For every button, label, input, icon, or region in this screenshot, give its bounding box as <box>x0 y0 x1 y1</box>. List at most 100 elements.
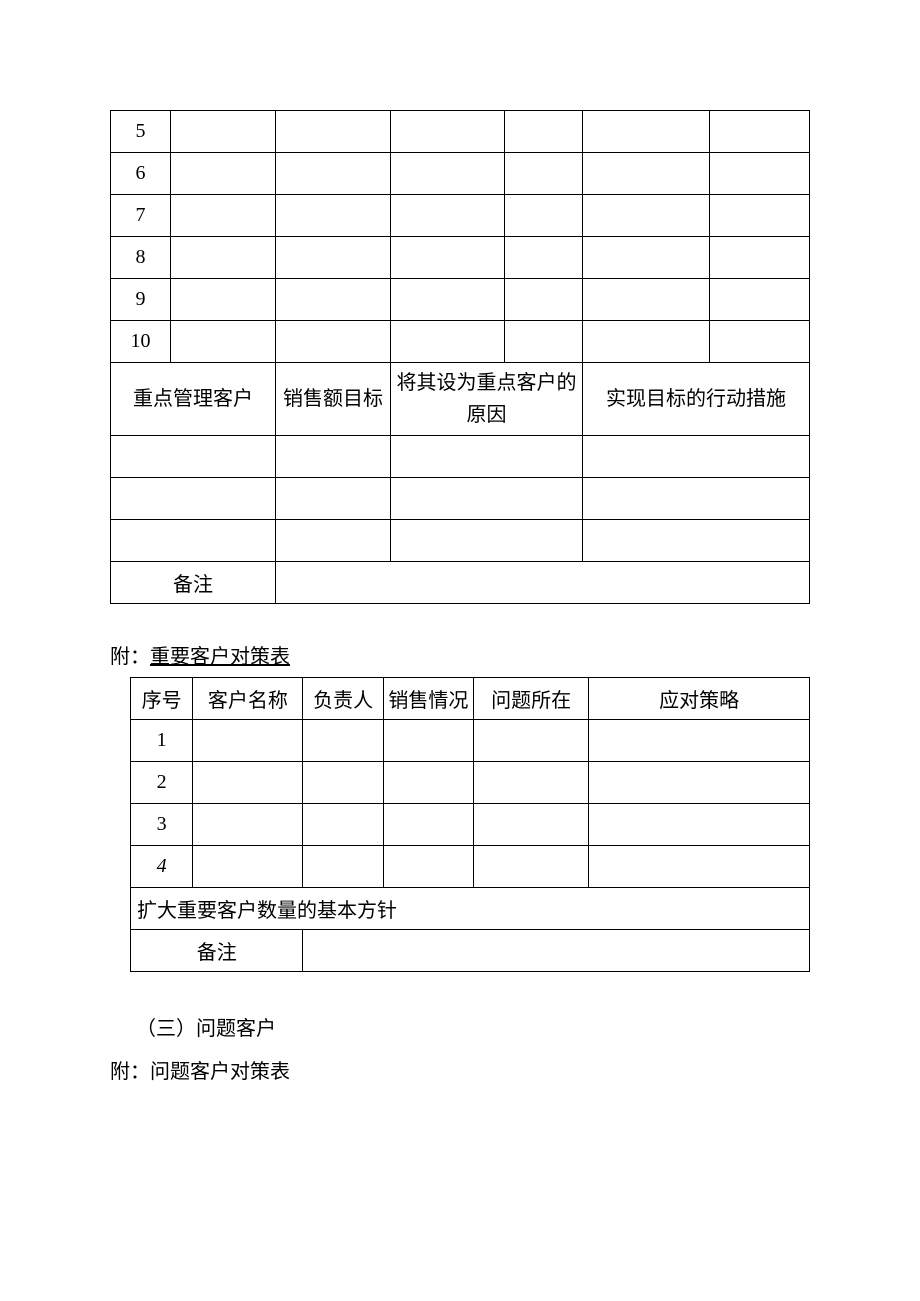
cell <box>589 846 810 888</box>
table-row <box>111 478 810 520</box>
cell <box>583 237 710 279</box>
cell <box>473 846 588 888</box>
key-clients-table: 5 6 7 <box>110 110 810 604</box>
header-client-name: 客户名称 <box>193 678 303 720</box>
table-row: 1 <box>131 720 810 762</box>
cell <box>111 478 276 520</box>
cell <box>383 720 473 762</box>
cell <box>276 195 391 237</box>
cell <box>583 153 710 195</box>
cell <box>589 804 810 846</box>
row-number: 8 <box>111 237 171 279</box>
table-row: 8 <box>111 237 810 279</box>
important-clients-table-wrap: 序号 客户名称 负责人 销售情况 问题所在 应对策略 1 2 <box>110 677 810 972</box>
row-number: 1 <box>131 720 193 762</box>
caption-prefix: 附： <box>110 646 150 668</box>
cell <box>473 720 588 762</box>
important-clients-table: 序号 客户名称 负责人 销售情况 问题所在 应对策略 1 2 <box>130 677 810 972</box>
expand-policy-label: 扩大重要客户数量的基本方针 <box>131 888 810 930</box>
cell <box>473 762 588 804</box>
cell <box>171 153 276 195</box>
cell <box>583 436 810 478</box>
document-page: 5 6 7 <box>0 0 920 1144</box>
row-number: 7 <box>111 195 171 237</box>
cell <box>505 279 583 321</box>
cell <box>111 520 276 562</box>
remark-row: 备注 <box>131 930 810 972</box>
header-sales-target: 销售额目标 <box>276 363 391 436</box>
header-owner: 负责人 <box>303 678 383 720</box>
table-row: 6 <box>111 153 810 195</box>
header-issue: 问题所在 <box>473 678 588 720</box>
cell <box>505 237 583 279</box>
cell <box>171 111 276 153</box>
cell <box>391 195 505 237</box>
cell <box>171 237 276 279</box>
cell <box>193 804 303 846</box>
cell <box>171 279 276 321</box>
row-number: 6 <box>111 153 171 195</box>
remark-value <box>303 930 810 972</box>
cell <box>710 237 810 279</box>
table-row <box>111 520 810 562</box>
row-number: 4 <box>131 846 193 888</box>
row-number: 3 <box>131 804 193 846</box>
remark-row: 备注 <box>111 562 810 604</box>
cell <box>276 478 391 520</box>
attachment-caption-2: 附：问题客户对策表 <box>110 1055 810 1084</box>
row-number: 2 <box>131 762 193 804</box>
cell <box>193 846 303 888</box>
cell <box>391 111 505 153</box>
cell <box>303 762 383 804</box>
section-3-heading: （三）问题客户 <box>136 1012 810 1041</box>
cell <box>276 153 391 195</box>
cell <box>505 321 583 363</box>
cell <box>391 237 505 279</box>
cell <box>710 321 810 363</box>
cell <box>391 279 505 321</box>
table-row: 4 <box>131 846 810 888</box>
cell <box>710 195 810 237</box>
cell <box>583 195 710 237</box>
cell <box>276 520 391 562</box>
cell <box>589 762 810 804</box>
cell <box>391 436 583 478</box>
cell <box>276 111 391 153</box>
cell <box>303 804 383 846</box>
cell <box>589 720 810 762</box>
table-row: 5 <box>111 111 810 153</box>
remark-value <box>276 562 810 604</box>
remark-label: 备注 <box>111 562 276 604</box>
cell <box>391 153 505 195</box>
header-sales: 销售情况 <box>383 678 473 720</box>
cell <box>193 762 303 804</box>
cell <box>383 804 473 846</box>
table-row <box>111 436 810 478</box>
header-actions: 实现目标的行动措施 <box>583 363 810 436</box>
cell <box>583 520 810 562</box>
caption-text: 重要客户对策表 <box>150 646 290 668</box>
table-row: 2 <box>131 762 810 804</box>
cell <box>505 195 583 237</box>
cell <box>276 279 391 321</box>
cell <box>710 111 810 153</box>
cell <box>391 520 583 562</box>
cell <box>710 279 810 321</box>
header-seq: 序号 <box>131 678 193 720</box>
cell <box>391 478 583 520</box>
expand-policy-row: 扩大重要客户数量的基本方针 <box>131 888 810 930</box>
cell <box>383 762 473 804</box>
cell <box>303 720 383 762</box>
cell <box>383 846 473 888</box>
cell <box>193 720 303 762</box>
remark-label: 备注 <box>131 930 303 972</box>
header-reason: 将其设为重点客户的原因 <box>391 363 583 436</box>
cell <box>710 153 810 195</box>
cell <box>583 111 710 153</box>
header-strategy: 应对策略 <box>589 678 810 720</box>
cell <box>391 321 505 363</box>
sub-header-row: 重点管理客户 销售额目标 将其设为重点客户的原因 实现目标的行动措施 <box>111 363 810 436</box>
cell <box>171 195 276 237</box>
row-number: 9 <box>111 279 171 321</box>
table-row: 3 <box>131 804 810 846</box>
